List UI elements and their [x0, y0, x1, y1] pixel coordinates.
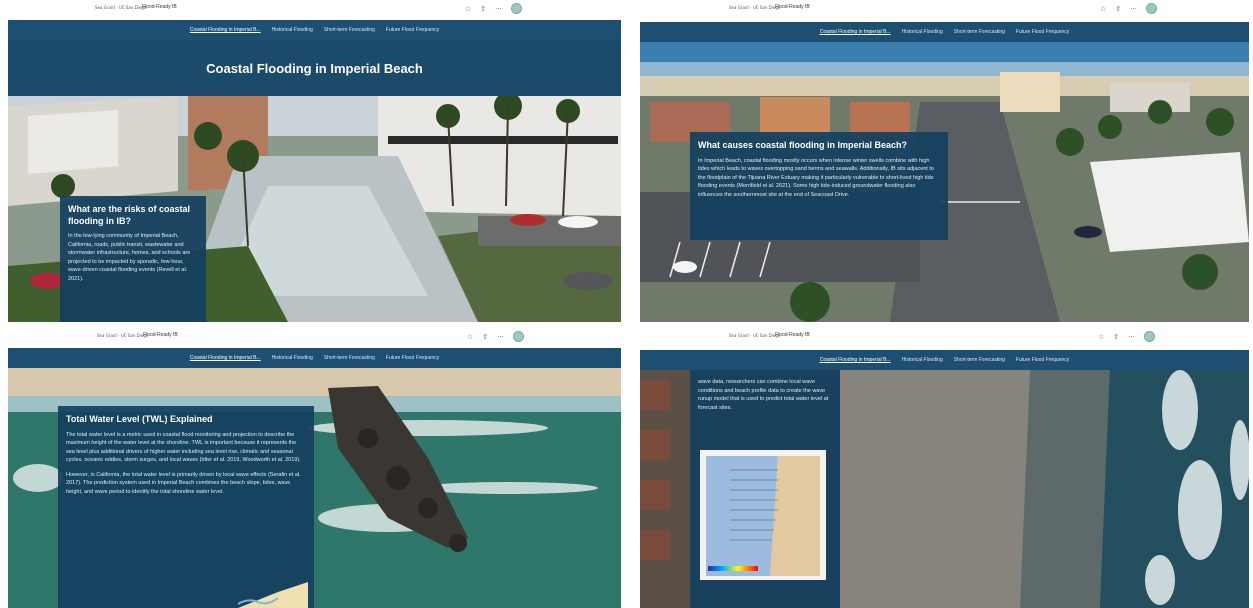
partner-logos: Sea Grant · UC San Diego [97, 333, 149, 338]
card-text: The total water level is a metric used i… [66, 431, 301, 464]
wave-runup-chart [700, 450, 826, 580]
nav-historical-flooding[interactable]: Historical Flooding [272, 27, 313, 33]
nav-coastal-flooding[interactable]: Coastal Flooding in Imperial B... [190, 27, 261, 33]
star-icon[interactable]: ☆ [467, 333, 473, 341]
story-nav: Coastal Flooding in Imperial B... Histor… [640, 350, 1249, 370]
info-card: wave data, researchers can combine local… [690, 370, 840, 608]
screenshot-panel-2: Sea Grant · UC San Diego Flood-Ready IB … [632, 0, 1253, 326]
site-title[interactable]: Flood-Ready IB [143, 332, 178, 338]
more-icon[interactable]: ··· [1128, 333, 1135, 341]
page-title: Coastal Flooding in Imperial Beach [206, 60, 423, 76]
nav-coastal-flooding[interactable]: Coastal Flooding in Imperial B... [190, 355, 261, 361]
nav-future-flood-frequency[interactable]: Future Flood Frequency [386, 27, 439, 33]
star-icon[interactable]: ☆ [1098, 333, 1104, 341]
screenshot-panel-1: Sea Grant · UC San Diego Flood-Ready IB … [0, 0, 627, 326]
avatar[interactable] [1145, 3, 1157, 14]
nav-short-term-forecasting[interactable]: Short-term Forecasting [954, 29, 1005, 35]
nav-short-term-forecasting[interactable]: Short-term Forecasting [324, 355, 375, 361]
nav-historical-flooding[interactable]: Historical Flooding [902, 29, 943, 35]
card-text: However, in California, the total water … [66, 471, 301, 495]
story-nav: Coastal Flooding in Imperial B... Histor… [8, 348, 621, 368]
browser-header: Sea Grant · UC San Diego Flood-Ready IB … [632, 328, 1253, 346]
screenshot-panel-3: Sea Grant · UC San Diego Flood-Ready IB … [0, 328, 627, 608]
partner-logos: Sea Grant · UC San Diego [729, 5, 781, 10]
nav-coastal-flooding[interactable]: Coastal Flooding in Imperial B... [820, 357, 891, 363]
more-icon[interactable]: ··· [1130, 5, 1137, 13]
more-icon[interactable]: ··· [497, 333, 504, 341]
more-icon[interactable]: ··· [495, 5, 502, 13]
colorbar [708, 566, 758, 571]
site-title[interactable]: Flood-Ready IB [775, 332, 810, 338]
browser-header: Sea Grant · UC San Diego Flood-Ready IB … [0, 0, 627, 18]
card-title: Total Water Level (TWL) Explained [66, 414, 213, 424]
info-card: Total Water Level (TWL) Explained The to… [58, 406, 314, 608]
partner-logos: Sea Grant · UC San Diego [95, 5, 147, 10]
screenshot-panel-4: Sea Grant · UC San Diego Flood-Ready IB … [632, 328, 1253, 608]
share-icon[interactable]: ⇧ [482, 333, 488, 341]
card-title: What causes coastal flooding in Imperial… [698, 140, 908, 150]
nav-coastal-flooding[interactable]: Coastal Flooding in Imperial B... [820, 29, 891, 35]
nav-short-term-forecasting[interactable]: Short-term Forecasting [324, 27, 375, 33]
card-text: In the low-lying community of Imperial B… [68, 233, 191, 282]
avatar[interactable] [1143, 331, 1155, 342]
share-icon[interactable]: ⇧ [480, 5, 486, 13]
share-icon[interactable]: ⇧ [1115, 5, 1121, 13]
share-icon[interactable]: ⇧ [1113, 333, 1119, 341]
info-card: What are the risks of coastal flooding i… [60, 196, 206, 322]
story-nav: Coastal Flooding in Imperial B... Histor… [8, 20, 621, 40]
story-nav: Coastal Flooding in Imperial B... Histor… [640, 22, 1249, 42]
nav-future-flood-frequency[interactable]: Future Flood Frequency [1016, 29, 1069, 35]
star-icon[interactable]: ☆ [1100, 5, 1106, 13]
page-title-band: Coastal Flooding in Imperial Beach [8, 40, 621, 96]
nav-future-flood-frequency[interactable]: Future Flood Frequency [1016, 357, 1069, 363]
twl-diagram-thumbnail [238, 582, 308, 608]
star-icon[interactable]: ☆ [465, 5, 471, 13]
card-title: What are the risks of coastal flooding i… [68, 204, 191, 226]
card-text: In Imperial Beach, coastal flooding most… [698, 157, 934, 198]
avatar[interactable] [510, 3, 522, 14]
avatar[interactable] [512, 331, 524, 342]
partner-logos: Sea Grant · UC San Diego [729, 333, 781, 338]
browser-header: Sea Grant · UC San Diego Flood-Ready IB … [632, 0, 1253, 18]
card-text: wave data, researchers can combine local… [698, 379, 829, 411]
browser-header: Sea Grant · UC San Diego Flood-Ready IB … [0, 328, 627, 346]
site-title[interactable]: Flood-Ready IB [775, 4, 810, 10]
nav-future-flood-frequency[interactable]: Future Flood Frequency [386, 355, 439, 361]
info-card: What causes coastal flooding in Imperial… [690, 132, 948, 240]
nav-historical-flooding[interactable]: Historical Flooding [902, 357, 943, 363]
nav-historical-flooding[interactable]: Historical Flooding [272, 355, 313, 361]
nav-short-term-forecasting[interactable]: Short-term Forecasting [954, 357, 1005, 363]
site-title[interactable]: Flood-Ready IB [142, 4, 177, 10]
